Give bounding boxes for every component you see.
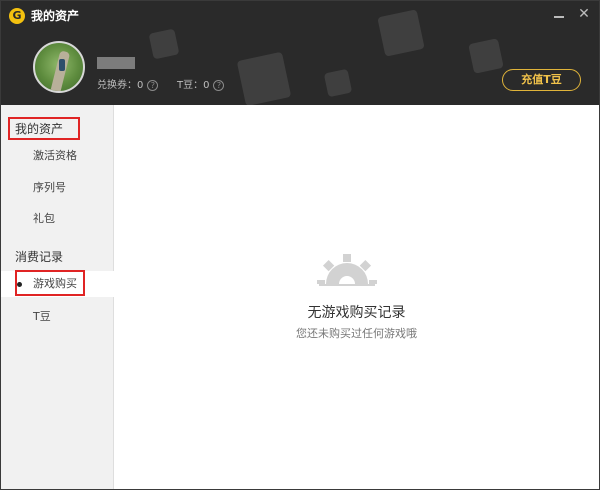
sidebar-item-tbean[interactable]: T豆 [1,304,114,330]
background-decoration [323,68,353,98]
close-button[interactable]: ✕ [575,5,593,23]
background-decoration [236,51,292,105]
help-icon[interactable]: ? [147,79,159,91]
avatar[interactable] [33,41,85,93]
assets-window: G 我的资产 ✕ 兑换券：0? T豆：0? 充值T豆 我的资产 激活资格 序列号… [0,0,600,490]
tbean-count: T豆：0? [177,79,225,93]
recharge-tbean-button[interactable]: 充值T豆 [502,69,581,91]
tbean-label: T豆：0 [177,80,210,91]
minimize-button[interactable] [551,7,567,23]
coupon-count: 兑换券：0? [97,79,159,93]
coupon-label: 兑换券：0 [97,80,144,91]
background-decoration [148,28,180,60]
sidebar-item-serial[interactable]: 序列号 [1,175,114,201]
gear-icon [317,254,377,288]
app-logo-icon: G [9,8,25,24]
empty-state-title: 无游戏购买记录 [307,305,406,321]
background-decoration [377,9,425,57]
sidebar-item-activation[interactable]: 激活资格 [1,143,114,169]
avatar-photo-path [49,50,71,91]
annotation-highlight-box [15,270,85,296]
annotation-highlight-box [8,117,80,140]
username-blurred [97,57,135,69]
sidebar-section-records: 消费记录 [15,250,64,264]
help-icon[interactable]: ? [213,79,225,91]
empty-state-subtitle: 您还未购买过任何游戏哦 [296,327,417,340]
header: G 我的资产 ✕ 兑换券：0? T豆：0? 充值T豆 [1,1,599,105]
sidebar: 我的资产 激活资格 序列号 礼包 消费记录 游戏购买 T豆 [1,105,114,489]
background-decoration [468,38,504,74]
avatar-photo-person [59,59,65,71]
window-title: 我的资产 [31,9,80,23]
sidebar-item-gift[interactable]: 礼包 [1,206,114,232]
